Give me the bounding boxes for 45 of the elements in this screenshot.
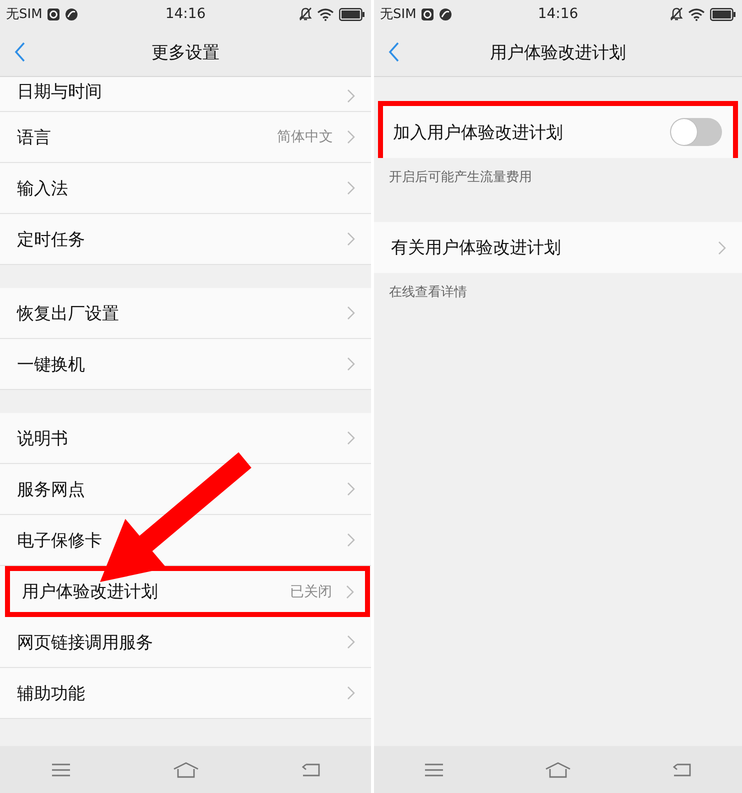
notification-app-icon [439, 8, 452, 20]
wifi-icon [688, 8, 705, 20]
chevron-right-icon [347, 533, 355, 547]
notification-app-icon [421, 8, 434, 20]
muted-bell-icon [670, 7, 683, 21]
chevron-right-icon [347, 635, 355, 649]
back-icon[interactable] [388, 42, 400, 62]
chevron-right-icon [347, 306, 355, 320]
chevron-right-icon [347, 181, 355, 195]
row-value: 已关闭 [290, 582, 332, 600]
home-icon[interactable] [545, 762, 571, 778]
wifi-icon [316, 8, 334, 20]
chevron-right-icon [347, 232, 355, 246]
settings-row[interactable]: 加入用户体验改进计划 [378, 101, 738, 158]
menu-icon[interactable] [52, 762, 70, 776]
carrier-label: 无SIM [380, 6, 416, 23]
chevron-right-icon [347, 482, 355, 496]
notification-app-icon [47, 8, 60, 20]
back-icon[interactable] [14, 42, 26, 62]
caption-text: 开启后可能产生流量费用 [388, 169, 533, 187]
home-icon[interactable] [172, 762, 198, 778]
battery-icon [710, 8, 736, 20]
chevron-right-icon [347, 357, 355, 371]
back-nav-icon[interactable] [302, 762, 320, 776]
chevron-right-icon [347, 686, 355, 700]
back-nav-icon[interactable] [673, 762, 691, 776]
screen-title: 用户体验改进计划 [490, 42, 626, 64]
menu-icon[interactable] [425, 762, 443, 776]
toggle-switch[interactable] [670, 118, 722, 146]
settings-row[interactable]: 有关用户体验改进计划 [374, 222, 742, 273]
status-time: 14:16 [538, 6, 578, 22]
chevron-right-icon [347, 89, 355, 103]
chevron-right-icon [347, 130, 355, 144]
chevron-right-icon [346, 584, 354, 598]
screen-title: 更多设置 [152, 42, 220, 64]
row-value: 简体中文 [277, 128, 333, 146]
battery-icon [338, 8, 365, 20]
chevron-right-icon [718, 240, 726, 254]
status-time: 14:16 [165, 6, 206, 22]
notification-app-icon [65, 8, 78, 20]
caption-text: 在线查看详情 [388, 284, 468, 302]
settings-row[interactable]: 用户体验改进计划 已关闭 [5, 566, 370, 617]
chevron-right-icon [347, 431, 355, 445]
carrier-label: 无SIM [6, 6, 42, 23]
muted-bell-icon [298, 7, 312, 21]
